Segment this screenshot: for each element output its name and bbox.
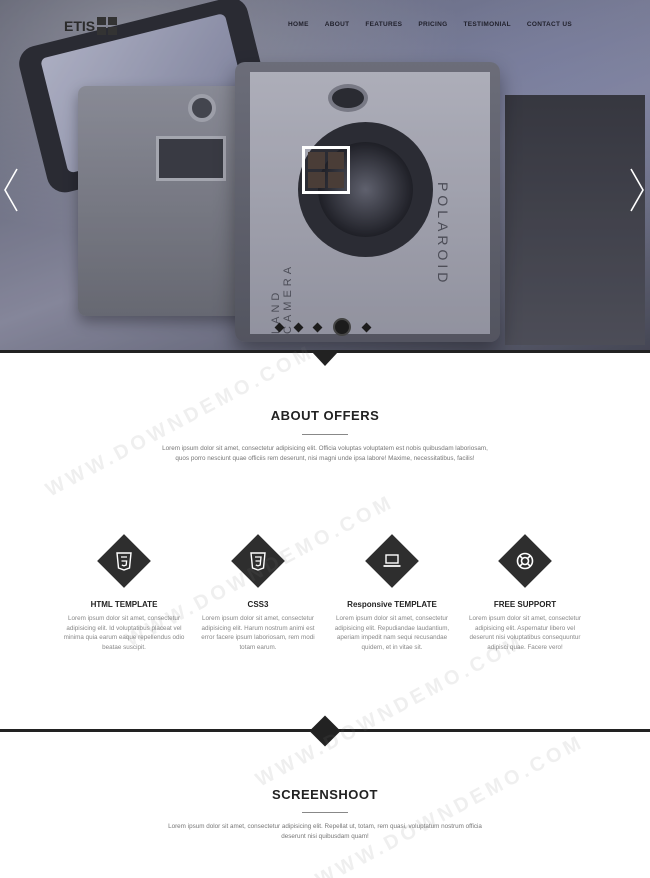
feature-title: Responsive TEMPLATE	[347, 600, 437, 609]
chevron-right-icon[interactable]	[630, 168, 644, 212]
nav-testimonial[interactable]: TESTIMONIAL	[464, 21, 511, 28]
logo-text: ETIS	[64, 18, 96, 34]
main-nav: HOME ABOUT FEATURES PRICING TESTIMONIAL …	[288, 21, 572, 28]
slider-dot-4-active[interactable]	[333, 318, 351, 336]
site-logo[interactable]: ETIS	[64, 17, 118, 35]
lifebuoy-icon	[516, 552, 534, 570]
feature-diamond	[365, 534, 419, 588]
feature-text: Lorem ipsum dolor sit amet, consectetur …	[334, 615, 450, 651]
nav-home[interactable]: HOME	[288, 21, 309, 28]
slider-dot-1[interactable]	[274, 322, 285, 332]
slider-pagination	[274, 318, 372, 336]
slider-dot-2[interactable]	[293, 322, 304, 332]
about-title-rule	[302, 434, 348, 435]
chevron-left-icon[interactable]	[4, 168, 18, 212]
nav-contact-us[interactable]: CONTACT US	[527, 21, 572, 28]
nav-features[interactable]: FEATURES	[365, 21, 402, 28]
about-description: Lorem ipsum dolor sit amet, consectetur …	[162, 445, 488, 462]
nav-about[interactable]: ABOUT	[325, 21, 350, 28]
watermark-text: WWW.DOWNDEMO.COM	[312, 730, 588, 878]
html5-icon	[116, 552, 132, 571]
hero-grid-logo-icon	[302, 146, 350, 194]
hero-slider: POLAROID LAND CAMERA ETIS HOME ABOUT FEA…	[0, 0, 650, 352]
slider-dot-3[interactable]	[312, 322, 323, 332]
feature-title: FREE SUPPORT	[493, 600, 557, 609]
watermark-text: WWW.DOWNDEMO.COM	[252, 630, 528, 792]
feature-diamond	[498, 534, 552, 588]
slider-dot-5[interactable]	[361, 322, 372, 332]
feature-diamond	[97, 534, 151, 588]
laptop-icon	[383, 554, 401, 567]
screenshots-title-rule	[302, 812, 348, 813]
screenshots-title: SCREENSHOOT	[272, 787, 378, 802]
nav-pricing[interactable]: PRICING	[418, 21, 447, 28]
feature-free-support: FREE SUPPORT Lorem ipsum dolor sit amet,…	[463, 534, 587, 652]
logo-grid-icon	[97, 17, 118, 35]
about-title: ABOUT OFFERS	[270, 408, 380, 423]
feature-text: Lorem ipsum dolor sit amet, consectetur …	[201, 615, 315, 651]
feature-responsive-template: Responsive TEMPLATE Lorem ipsum dolor si…	[330, 534, 454, 652]
